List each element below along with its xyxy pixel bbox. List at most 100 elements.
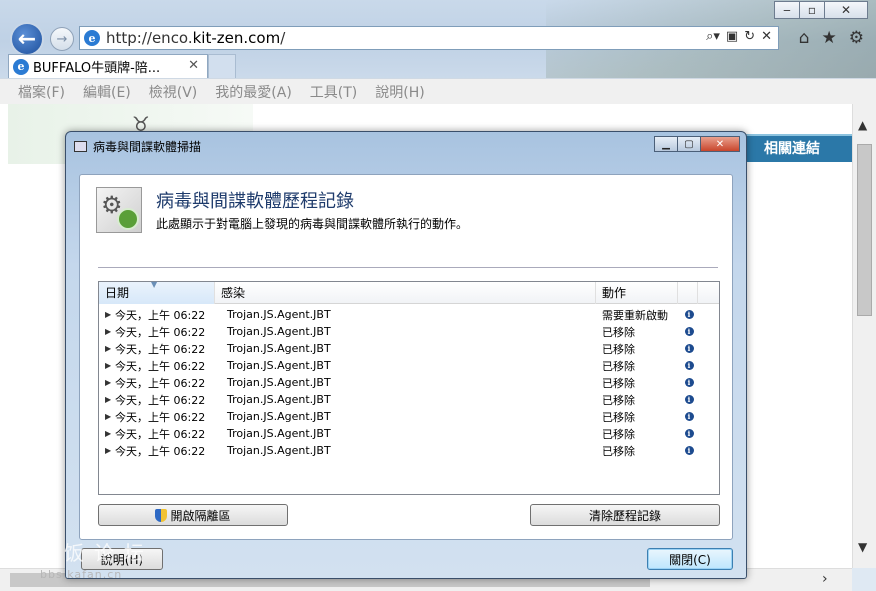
table-row[interactable]: ▶ 今天，上午 06:22 Trojan.JS.Agent.JBT 需要重新啟動 i xyxy=(99,306,719,323)
table-row[interactable]: ▶ 今天，上午 06:22 Trojan.JS.Agent.JBT 已移除 i xyxy=(99,442,719,459)
dialog-titlebar: 病毒與間諜軟體掃描 xyxy=(74,138,201,155)
related-links-link[interactable]: 相關連結 xyxy=(764,138,820,158)
menu-help[interactable]: 說明(H) xyxy=(375,82,424,102)
tab-close-icon[interactable]: ✕ xyxy=(188,58,199,73)
row-threat: Trojan.JS.Agent.JBT xyxy=(227,427,331,440)
column-header-date[interactable]: ▼ 日期 xyxy=(99,280,215,304)
table-row[interactable]: ▶ 今天，上午 06:22 Trojan.JS.Agent.JBT 已移除 i xyxy=(99,340,719,357)
expand-arrow-icon[interactable]: ▶ xyxy=(99,361,111,370)
menu-view[interactable]: 檢視(V) xyxy=(149,82,198,102)
row-info[interactable]: i xyxy=(682,309,696,320)
row-action: 已移除 xyxy=(602,376,635,390)
virus-scan-dialog: 病毒與間諜軟體掃描 ▁ ▢ ✕ ⚙ 病毒與間諜軟體歷程記錄 此處顯示于對電腦上發… xyxy=(65,131,747,579)
row-date: 今天，上午 06:22 xyxy=(115,393,206,407)
stop-icon[interactable]: ✕ xyxy=(761,29,772,44)
table-row[interactable]: ▶ 今天，上午 06:22 Trojan.JS.Agent.JBT 已移除 i xyxy=(99,425,719,442)
menu-favorites[interactable]: 我的最愛(A) xyxy=(215,82,292,102)
row-date: 今天，上午 06:22 xyxy=(115,342,206,356)
home-icon[interactable]: ⌂ xyxy=(799,28,810,48)
column-header-infection[interactable]: 感染 xyxy=(215,282,596,304)
minimize-button[interactable]: ‒ xyxy=(774,1,800,19)
browser-tab[interactable]: e BUFFALO牛頭牌-陪... ✕ xyxy=(8,54,208,78)
row-info[interactable]: i xyxy=(682,326,696,337)
row-threat: Trojan.JS.Agent.JBT xyxy=(227,410,331,423)
vertical-scroll-thumb[interactable] xyxy=(857,144,872,316)
expand-arrow-icon[interactable]: ▶ xyxy=(99,395,111,404)
expand-arrow-icon[interactable]: ▶ xyxy=(99,412,111,421)
vertical-scrollbar[interactable]: ▲ ▼ xyxy=(852,104,876,568)
row-date: 今天，上午 06:22 xyxy=(115,427,206,441)
clock-icon xyxy=(117,208,139,230)
close-button[interactable]: ✕ xyxy=(824,1,868,19)
row-info[interactable]: i xyxy=(682,445,696,456)
dialog-title: 病毒與間諜軟體掃描 xyxy=(93,140,202,154)
expand-arrow-icon[interactable]: ▶ xyxy=(99,327,111,336)
row-action: 已移除 xyxy=(602,359,635,373)
info-icon: i xyxy=(684,446,694,455)
info-icon: i xyxy=(684,429,694,438)
expand-arrow-icon[interactable]: ▶ xyxy=(99,310,111,319)
expand-arrow-icon[interactable]: ▶ xyxy=(99,429,111,438)
new-tab-button[interactable] xyxy=(208,54,236,78)
row-threat: Trojan.JS.Agent.JBT xyxy=(227,359,331,372)
maximize-button[interactable]: ▫ xyxy=(799,1,825,19)
compat-view-icon[interactable]: ▣ xyxy=(726,29,738,44)
row-threat: Trojan.JS.Agent.JBT xyxy=(227,308,331,321)
gear-icon[interactable]: ⚙ xyxy=(849,28,864,48)
row-info[interactable]: i xyxy=(682,411,696,422)
divider xyxy=(98,267,718,268)
row-info[interactable]: i xyxy=(682,377,696,388)
refresh-icon[interactable]: ↻ xyxy=(744,29,755,44)
menu-edit[interactable]: 編輯(E) xyxy=(83,82,131,102)
window-controls: ‒ ▫ ✕ xyxy=(774,1,868,19)
open-quarantine-button[interactable]: 開啟隔離區 xyxy=(98,504,288,526)
address-bar[interactable]: e http://enco.kit-zen.com/ ⌕▾ ▣ ↻ ✕ xyxy=(79,26,779,50)
dialog-description: 此處顯示于對電腦上發現的病毒與間諜軟體所執行的動作。 xyxy=(156,217,469,231)
row-date: 今天，上午 06:22 xyxy=(115,410,206,424)
scroll-up-icon[interactable]: ▲ xyxy=(858,118,867,132)
close-dialog-button[interactable]: 關閉(C) xyxy=(647,548,733,570)
dialog-close-button[interactable]: ✕ xyxy=(700,136,740,152)
expand-arrow-icon[interactable]: ▶ xyxy=(99,446,111,455)
table-row[interactable]: ▶ 今天，上午 06:22 Trojan.JS.Agent.JBT 已移除 i xyxy=(99,374,719,391)
scroll-right-icon[interactable]: › xyxy=(822,571,828,587)
column-header-action[interactable]: 動作 xyxy=(596,282,678,304)
row-info[interactable]: i xyxy=(682,428,696,439)
table-row[interactable]: ▶ 今天，上午 06:22 Trojan.JS.Agent.JBT 已移除 i xyxy=(99,357,719,374)
ie-page-icon: e xyxy=(84,30,100,46)
address-tools: ⌕▾ ▣ ↻ ✕ xyxy=(706,29,772,44)
info-icon: i xyxy=(684,395,694,404)
dialog-minimize-button[interactable]: ▁ xyxy=(654,136,678,152)
table-row[interactable]: ▶ 今天，上午 06:22 Trojan.JS.Agent.JBT 已移除 i xyxy=(99,323,719,340)
sort-down-icon: ▼ xyxy=(151,280,158,289)
expand-arrow-icon[interactable]: ▶ xyxy=(99,378,111,387)
table-header: ▼ 日期 感染 動作 xyxy=(99,280,719,304)
search-icon[interactable]: ⌕▾ xyxy=(706,29,720,44)
clear-history-button[interactable]: 清除歷程記錄 xyxy=(530,504,720,526)
row-threat: Trojan.JS.Agent.JBT xyxy=(227,444,331,457)
row-info[interactable]: i xyxy=(682,343,696,354)
row-date: 今天，上午 06:22 xyxy=(115,325,206,339)
info-icon: i xyxy=(684,310,694,319)
row-date: 今天，上午 06:22 xyxy=(115,308,206,322)
browser-toolbar-icons: ⌂ ★ ⚙ xyxy=(799,28,864,48)
site-nav-accent xyxy=(740,134,852,136)
row-info[interactable]: i xyxy=(682,394,696,405)
watermark-logo: 卡饭论坛 xyxy=(34,541,154,565)
forward-arrow-icon: → xyxy=(56,31,68,47)
open-quarantine-label: 開啟隔離區 xyxy=(170,508,231,523)
info-icon: i xyxy=(684,412,694,421)
row-date: 今天，上午 06:22 xyxy=(115,359,206,373)
menu-file[interactable]: 檔案(F) xyxy=(18,82,65,102)
expand-arrow-icon[interactable]: ▶ xyxy=(99,344,111,353)
shield-icon xyxy=(155,508,168,522)
forward-button[interactable]: → xyxy=(50,27,74,51)
back-button[interactable]: ← xyxy=(10,22,44,56)
dialog-maximize-button[interactable]: ▢ xyxy=(677,136,701,152)
row-info[interactable]: i xyxy=(682,360,696,371)
favorites-star-icon[interactable]: ★ xyxy=(822,28,837,48)
menu-tools[interactable]: 工具(T) xyxy=(310,82,357,102)
scroll-down-icon[interactable]: ▼ xyxy=(858,540,867,554)
table-row[interactable]: ▶ 今天，上午 06:22 Trojan.JS.Agent.JBT 已移除 i xyxy=(99,391,719,408)
table-row[interactable]: ▶ 今天，上午 06:22 Trojan.JS.Agent.JBT 已移除 i xyxy=(99,408,719,425)
